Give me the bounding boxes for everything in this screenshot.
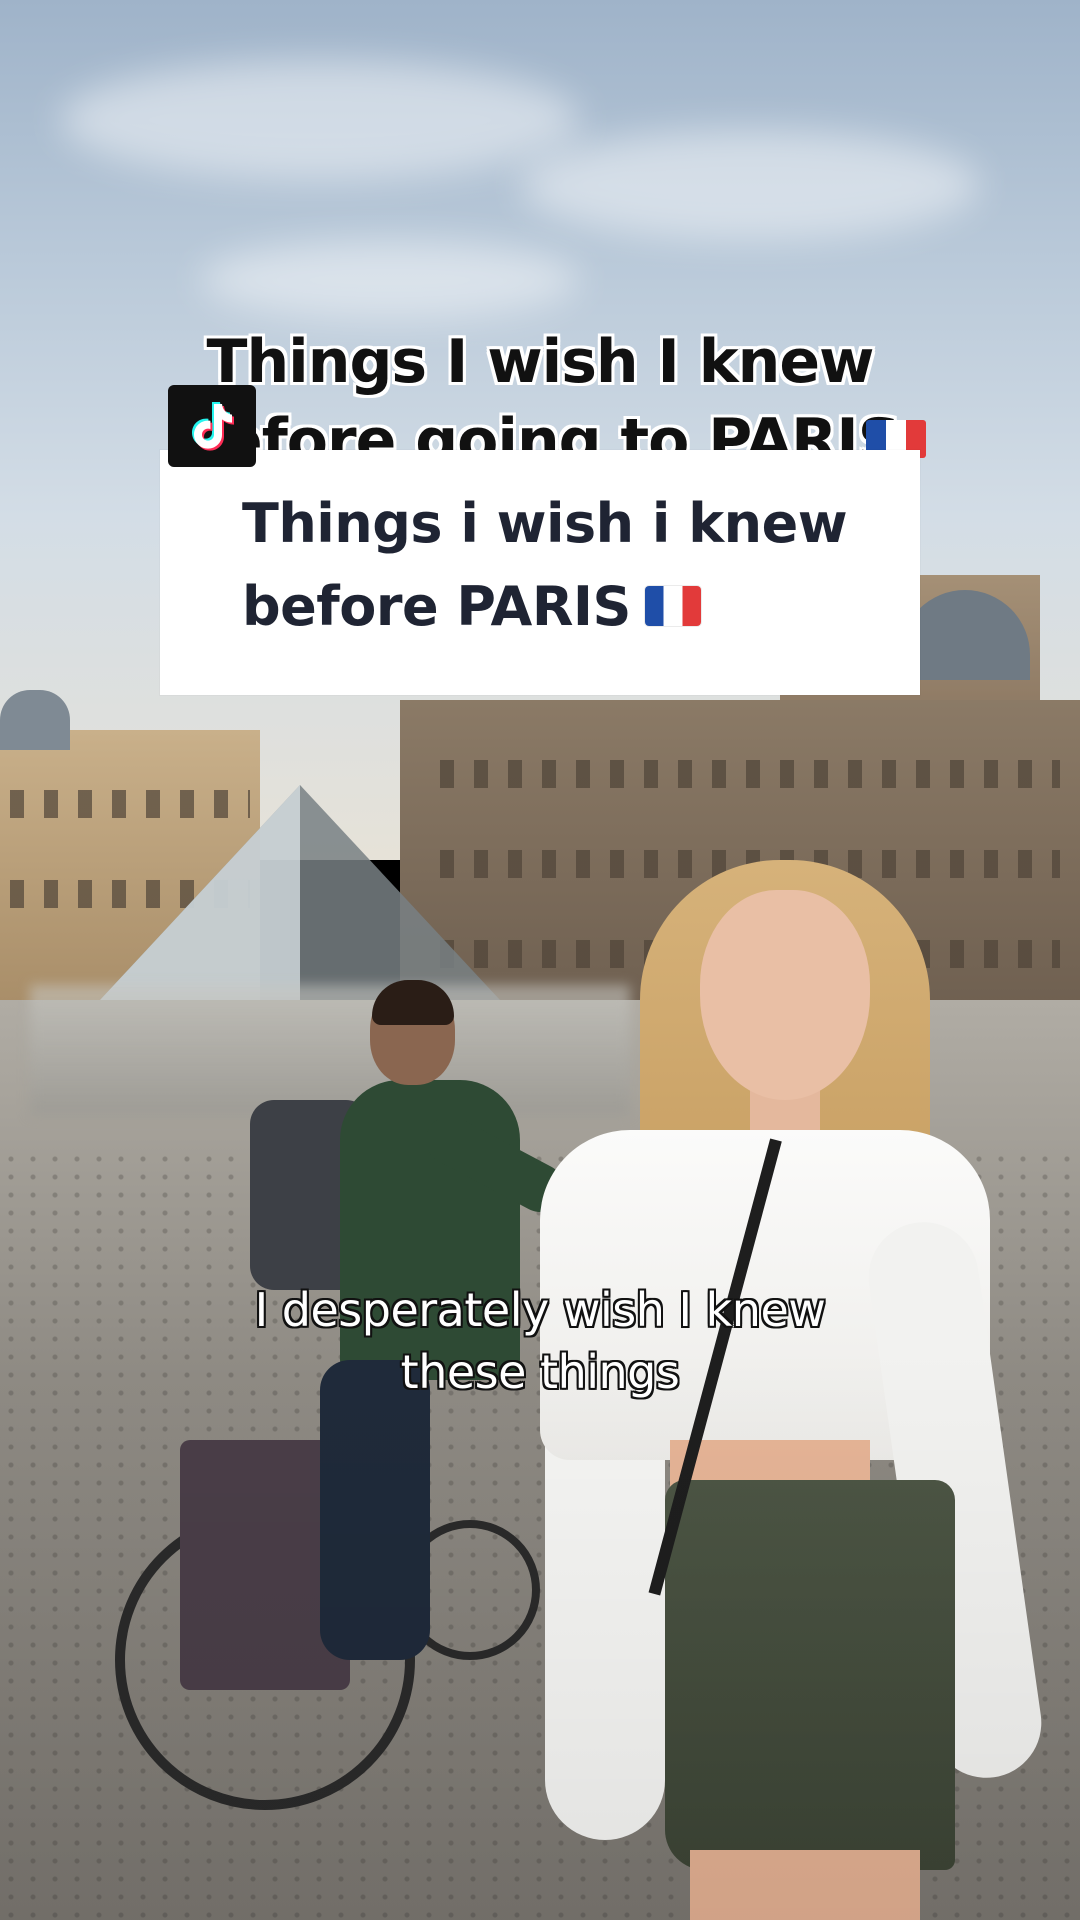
card-title-line-1: Things i wish i knew: [242, 492, 848, 555]
france-flag-icon: [644, 586, 701, 627]
video-frame[interactable]: Things I wish I knew before going to PAR…: [0, 0, 1080, 1920]
subtitle-line-2: these things: [400, 1345, 680, 1399]
subtitle-line-1: I desperately wish I knew: [254, 1283, 826, 1337]
card-title-line-2: before PARIS: [242, 575, 701, 638]
tiktok-logo-icon: [168, 385, 256, 467]
text-card[interactable]: Things i wish i knew before PARIS: [160, 450, 920, 695]
burned-title-line-1: Things I wish I knew: [206, 327, 875, 397]
vignette: [0, 0, 1080, 1920]
card-title-text: before PARIS: [242, 575, 631, 638]
